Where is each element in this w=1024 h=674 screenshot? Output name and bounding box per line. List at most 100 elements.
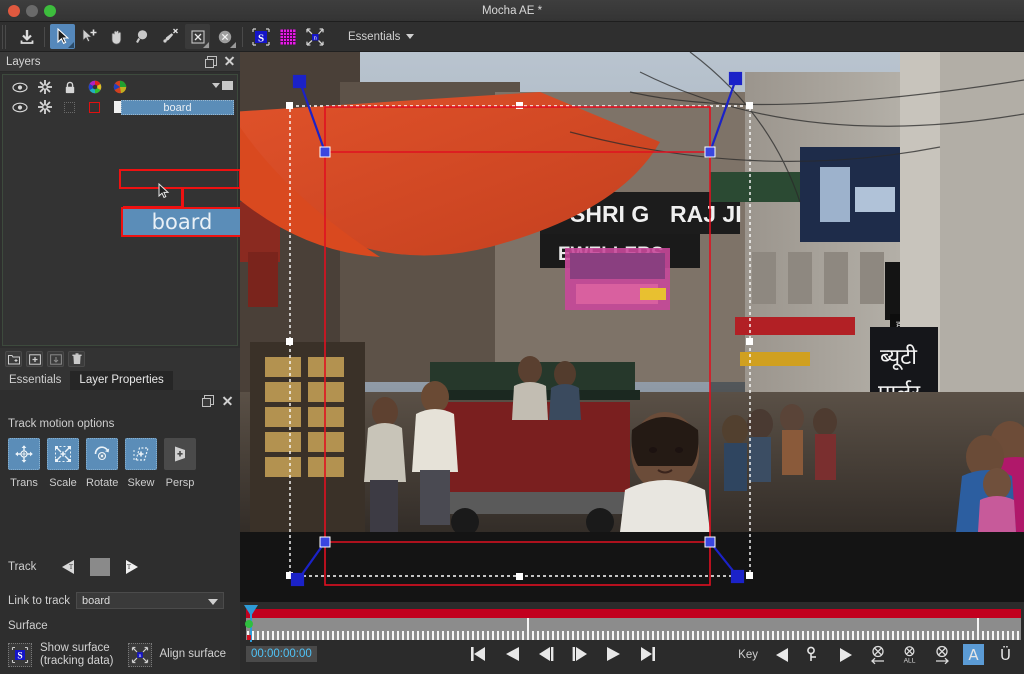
close-panel-icon[interactable] <box>224 55 235 66</box>
align-surface-label: Align surface <box>159 648 226 661</box>
align-surface-tool[interactable]: n <box>302 24 327 49</box>
motion-label-trans: Trans <box>10 477 38 489</box>
table-row[interactable]: board <box>3 98 237 116</box>
zoom-tool[interactable] <box>131 24 156 49</box>
next-keyframe-icon[interactable] <box>835 644 856 665</box>
annotation-callout-label: board <box>151 210 213 234</box>
gear-icon[interactable] <box>32 80 57 94</box>
motion-options-labels: Trans Scale Rotate Skew Persp <box>8 477 196 489</box>
float-panel-icon[interactable] <box>202 395 214 407</box>
perspective-icon[interactable] <box>164 438 196 470</box>
svg-text:T: T <box>127 563 132 571</box>
timecode-field[interactable]: 00:00:00:00 <box>246 646 317 662</box>
work-area-bar[interactable] <box>246 609 1021 618</box>
svg-text:T: T <box>69 563 74 571</box>
track-forwards-icon[interactable]: T <box>120 558 142 576</box>
chevron-down-icon <box>406 34 415 39</box>
rotate-icon[interactable] <box>86 438 118 470</box>
lock-toggle[interactable] <box>57 101 82 113</box>
prev-keyframe-icon[interactable] <box>771 644 792 665</box>
eye-icon[interactable] <box>7 102 32 113</box>
mouse-cursor-icon <box>158 183 170 199</box>
tab-layer-properties[interactable]: Layer Properties <box>70 371 173 390</box>
out-point-marker[interactable] <box>247 635 251 640</box>
left-dock: Layers board board Essentials Layer Prop… <box>0 52 243 674</box>
add-delete-keyframe-icon[interactable] <box>803 644 824 665</box>
title-bar: Mocha AE * <box>0 0 1024 22</box>
color-swatch-icon[interactable] <box>107 80 132 94</box>
close-panel-icon[interactable] <box>222 395 233 406</box>
float-panel-icon[interactable] <box>205 55 217 68</box>
timeline-ruler[interactable] <box>246 618 1021 640</box>
motion-options-buttons <box>8 438 196 470</box>
track-backwards-icon[interactable]: T <box>58 558 80 576</box>
delete-keyframes-forward-icon[interactable] <box>931 644 952 665</box>
keyframe-controls: Key ALL A Ü <box>738 644 1016 665</box>
pen-tool[interactable] <box>158 24 183 49</box>
viewer-canvas[interactable]: SHRI G RAJ JI EWELLERS <box>240 52 1024 602</box>
layers-footer-toolbar <box>0 348 240 370</box>
link-to-track-label: Link to track <box>8 594 70 607</box>
tab-essentials[interactable]: Essentials <box>0 371 70 390</box>
layers-panel: Layers board board <box>0 52 243 348</box>
eye-icon[interactable] <box>7 82 32 93</box>
auto-key-glyph: A <box>968 645 979 664</box>
xspline-tool[interactable] <box>185 24 210 49</box>
svg-text:S: S <box>17 651 22 661</box>
lock-icon[interactable] <box>57 81 82 94</box>
layers-panel-header: Layers <box>0 52 240 72</box>
u-key-icon[interactable]: Ü <box>995 644 1016 665</box>
gear-icon[interactable] <box>32 100 57 114</box>
workspace-selector[interactable]: Essentials <box>340 27 422 47</box>
new-group-icon[interactable] <box>5 351 22 367</box>
go-to-end-icon[interactable] <box>638 644 658 664</box>
scale-icon[interactable] <box>47 438 79 470</box>
color-wheel-icon[interactable] <box>82 80 107 94</box>
transport-controls <box>468 644 658 664</box>
layers-list[interactable]: board board <box>2 74 243 346</box>
layer-color-swatch[interactable] <box>82 101 107 113</box>
step-forward-icon[interactable] <box>570 644 590 664</box>
select-tool[interactable] <box>50 24 75 49</box>
layers-menu-icon <box>222 81 233 90</box>
show-surface-label: Show surface (tracking data) <box>40 642 114 667</box>
delete-keyframes-back-icon[interactable] <box>867 644 888 665</box>
skew-icon[interactable] <box>125 438 157 470</box>
annotation-callout-board: board <box>121 207 243 237</box>
toolbar-grip[interactable] <box>2 24 8 49</box>
add-layer-icon[interactable] <box>26 351 43 367</box>
layer-name-field[interactable]: board <box>121 100 234 115</box>
add-point-tool[interactable] <box>77 24 102 49</box>
track-label: Track <box>8 561 37 573</box>
track-motion-options-title: Track motion options <box>8 418 115 430</box>
show-surface-icon[interactable]: S <box>8 642 32 667</box>
step-back-icon[interactable] <box>536 644 556 664</box>
main-toolbar: S n Essentials <box>0 22 1024 52</box>
svg-text:ब्यूटी: ब्यूटी <box>880 344 917 371</box>
align-surface-icon[interactable]: n <box>127 642 152 667</box>
in-point-marker[interactable] <box>245 620 253 628</box>
play-backwards-icon[interactable] <box>502 644 522 664</box>
go-to-start-icon[interactable] <box>468 644 488 664</box>
track-row: Track T T <box>8 558 142 576</box>
translate-icon[interactable] <box>8 438 40 470</box>
timeline-bar: 00:00:00:00 Key ALL A Ü <box>240 602 1024 674</box>
delete-all-keyframes-icon[interactable]: ALL <box>899 644 920 665</box>
track-stop-icon[interactable] <box>90 558 110 576</box>
import-export-icon[interactable] <box>14 24 39 49</box>
layers-panel-title: Layers <box>6 55 41 68</box>
layers-options-menu[interactable] <box>212 81 233 90</box>
link-to-track-row: Link to track board <box>8 592 224 609</box>
bezier-tool[interactable] <box>212 24 237 49</box>
link-to-track-select[interactable]: board <box>76 592 224 609</box>
pan-tool[interactable] <box>104 24 129 49</box>
show-grid-tool[interactable] <box>275 24 300 49</box>
toolbar-separator-2 <box>242 26 243 47</box>
duplicate-layer-icon[interactable] <box>47 351 64 367</box>
auto-key-icon[interactable]: A <box>963 644 984 665</box>
play-forward-icon[interactable] <box>604 644 624 664</box>
motion-label-persp: Persp <box>165 477 195 489</box>
motion-label-skew: Skew <box>127 477 155 489</box>
show-surface-tool[interactable]: S <box>248 24 273 49</box>
delete-layer-icon[interactable] <box>68 351 85 367</box>
